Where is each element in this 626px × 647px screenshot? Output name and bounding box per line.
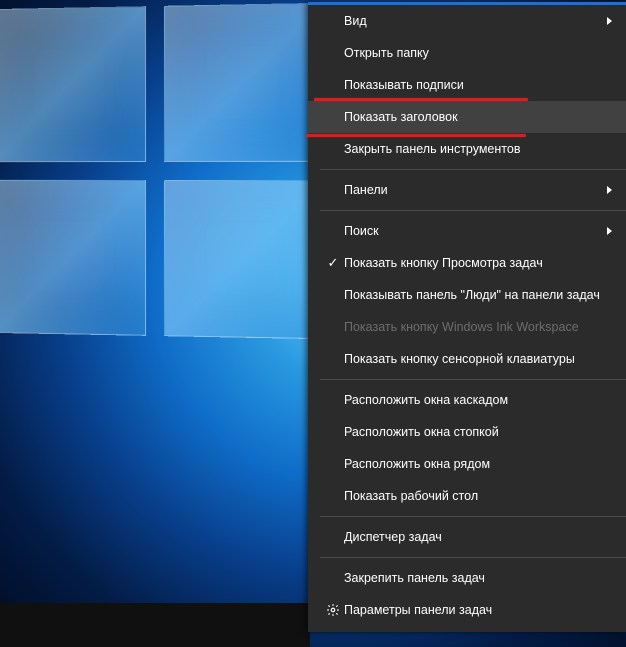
menu-item-stack-windows[interactable]: Расположить окна стопкой (308, 416, 626, 448)
chevron-right-icon (607, 227, 612, 235)
menu-item-label: Панели (344, 183, 607, 197)
menu-item-cascade-windows[interactable]: Расположить окна каскадом (308, 384, 626, 416)
gear-icon (322, 603, 344, 617)
menu-separator (320, 557, 626, 558)
menu-item-task-manager[interactable]: Диспетчер задач (308, 521, 626, 553)
menu-item-label: Показывать панель "Люди" на панели задач (344, 288, 612, 302)
menu-item-side-by-side[interactable]: Расположить окна рядом (308, 448, 626, 480)
menu-item-label: Открыть папку (344, 46, 612, 60)
menu-separator (320, 516, 626, 517)
menu-item-open-folder[interactable]: Открыть папку (308, 37, 626, 69)
menu-item-label: Расположить окна стопкой (344, 425, 612, 439)
menu-item-label: Расположить окна рядом (344, 457, 612, 471)
windows-logo (0, 3, 322, 339)
menu-separator (320, 169, 626, 170)
menu-item-lock-taskbar[interactable]: Закрепить панель задач (308, 562, 626, 594)
menu-item-touch-keyboard[interactable]: Показать кнопку сенсорной клавиатуры (308, 343, 626, 375)
menu-item-search[interactable]: Поиск (308, 215, 626, 247)
menu-item-label: Диспетчер задач (344, 530, 612, 544)
menu-item-label: Показать кнопку Windows Ink Workspace (344, 320, 612, 334)
menu-item-show-desktop[interactable]: Показать рабочий стол (308, 480, 626, 512)
menu-item-label: Закрыть панель инструментов (344, 142, 612, 156)
menu-item-show-captions[interactable]: Показывать подписи (308, 69, 626, 101)
chevron-right-icon (607, 17, 612, 25)
check-icon: ✓ (322, 255, 344, 271)
menu-item-label: Показать кнопку сенсорной клавиатуры (344, 352, 612, 366)
menu-item-people-panel[interactable]: Показывать панель "Люди" на панели задач (308, 279, 626, 311)
chevron-right-icon (607, 186, 612, 194)
menu-item-label: Показать заголовок (344, 110, 612, 124)
menu-item-label: Закрепить панель задач (344, 571, 612, 585)
menu-item-panels[interactable]: Панели (308, 174, 626, 206)
menu-item-view[interactable]: Вид (308, 5, 626, 37)
menu-separator (320, 379, 626, 380)
menu-item-show-title[interactable]: Показать заголовок (308, 101, 626, 133)
menu-item-label: Показать рабочий стол (344, 489, 612, 503)
menu-separator (320, 210, 626, 211)
menu-item-close-toolbar[interactable]: Закрыть панель инструментов (308, 133, 626, 165)
menu-item-label: Показывать подписи (344, 78, 612, 92)
taskbar[interactable] (0, 603, 310, 647)
menu-item-ink-workspace: Показать кнопку Windows Ink Workspace (308, 311, 626, 343)
menu-item-taskbar-settings[interactable]: Параметры панели задач (308, 594, 626, 626)
menu-item-label: Параметры панели задач (344, 603, 612, 617)
menu-item-taskview-button[interactable]: ✓ Показать кнопку Просмотра задач (308, 247, 626, 279)
menu-item-label: Поиск (344, 224, 607, 238)
menu-item-label: Вид (344, 14, 607, 28)
menu-item-label: Показать кнопку Просмотра задач (344, 256, 612, 270)
taskbar-context-menu: Вид Открыть папку Показывать подписи Пок… (308, 2, 626, 632)
menu-item-label: Расположить окна каскадом (344, 393, 612, 407)
